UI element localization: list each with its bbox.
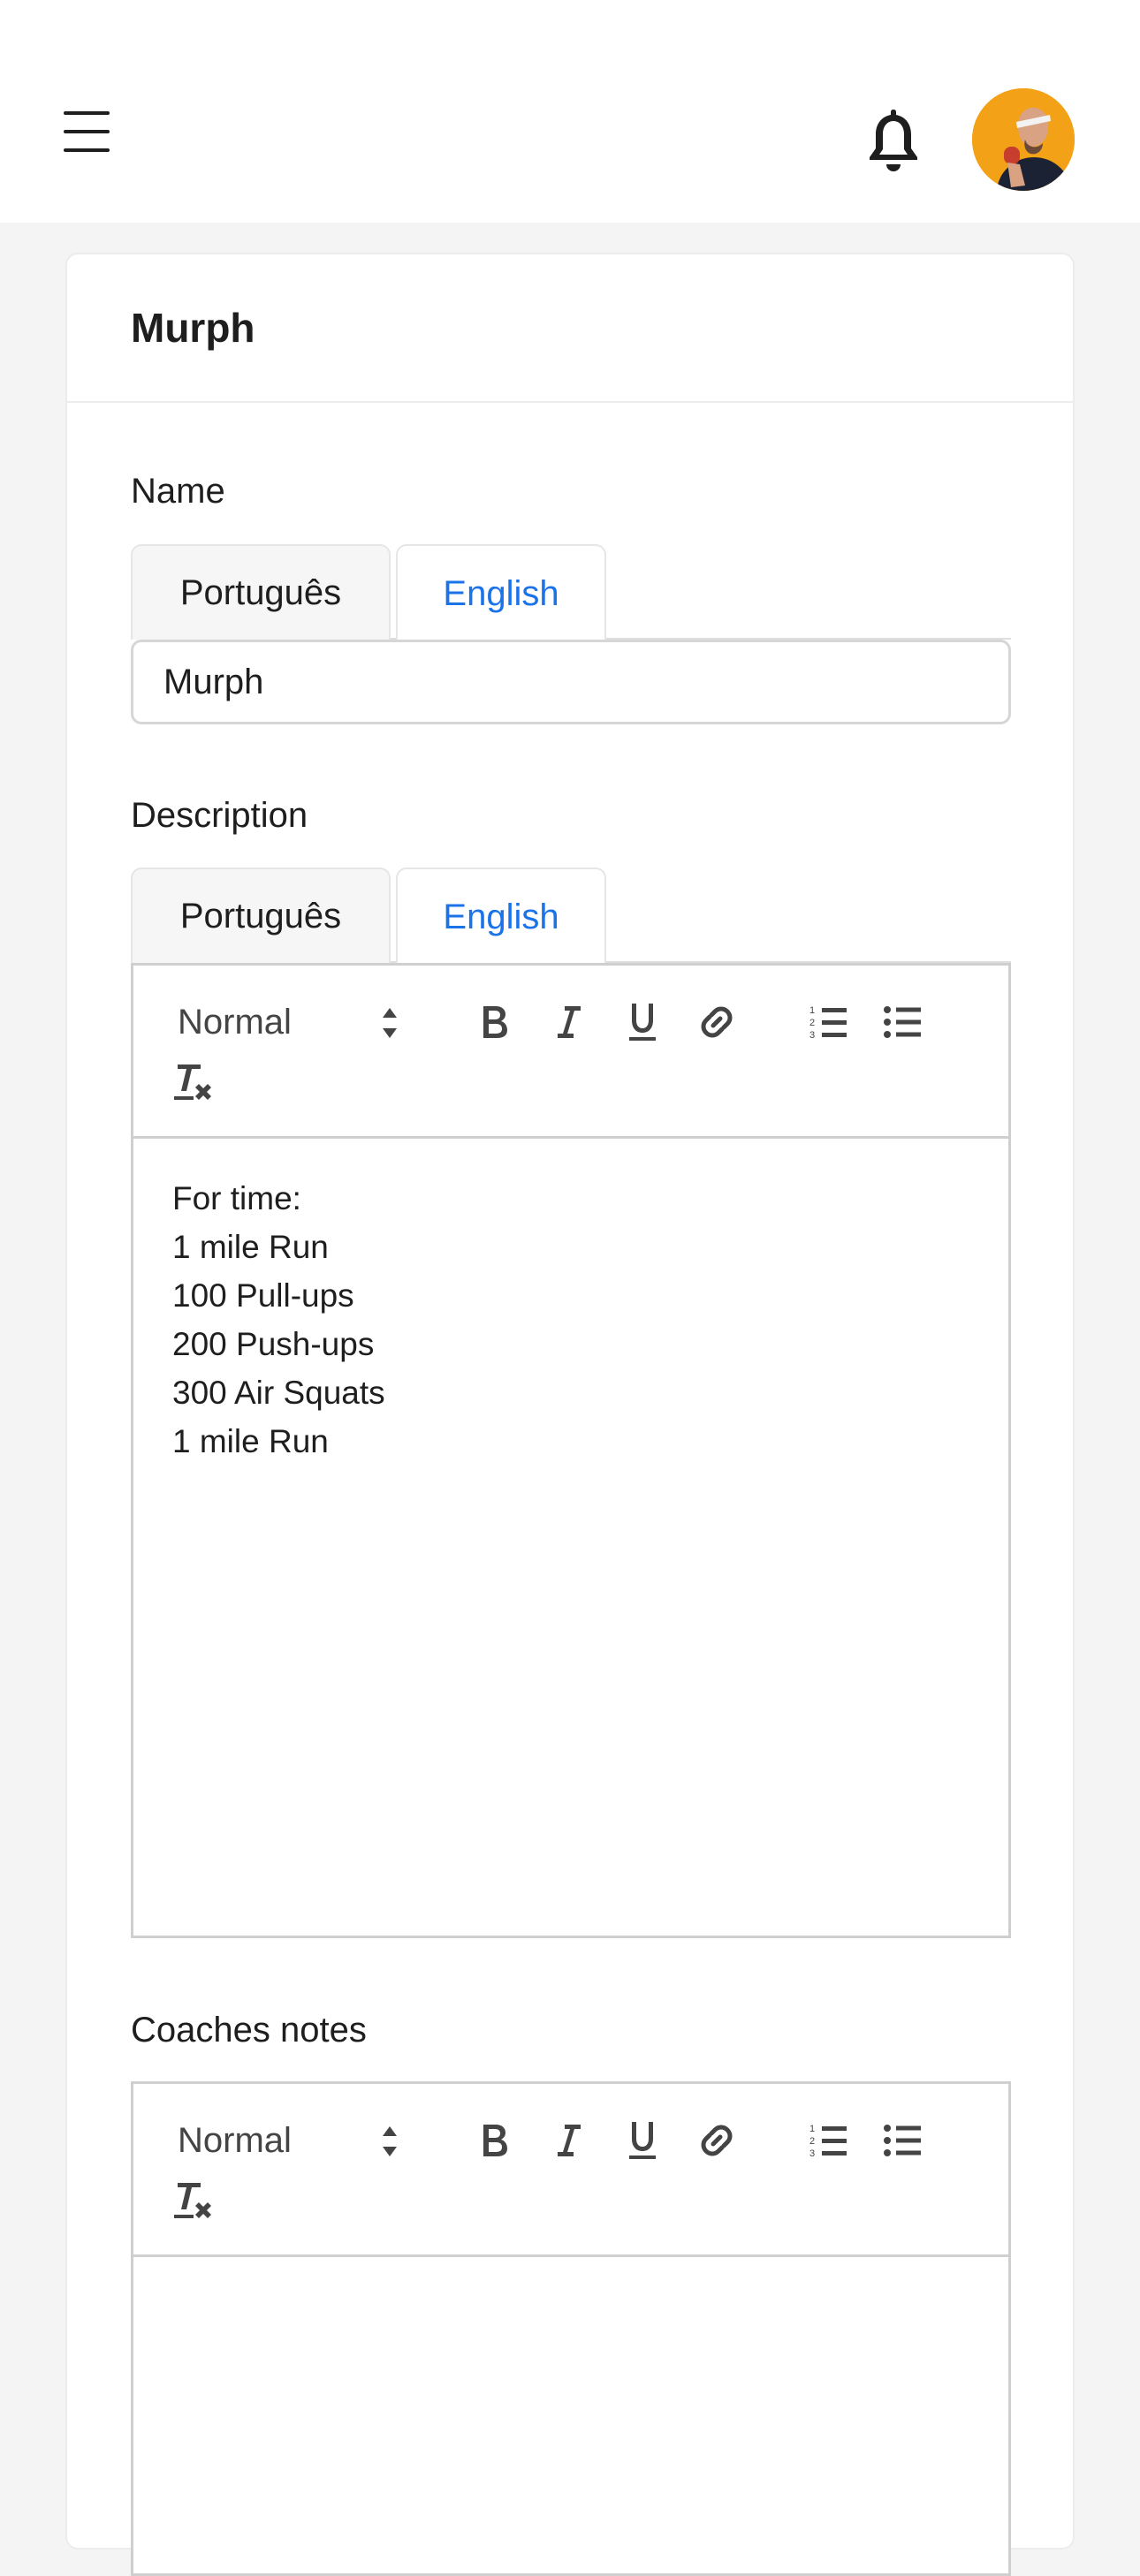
ordered-list-icon[interactable]: 1 23	[802, 2114, 855, 2167]
tab-english[interactable]: English	[396, 868, 606, 965]
name-language-tabs: Português English	[131, 544, 1011, 641]
coaches-notes-editor: Normal 1 23	[131, 2081, 1011, 2576]
description-editor: Normal 1 2 3 For time: 1 mile Run 100 Pull…	[131, 963, 1011, 1938]
top-navbar	[0, 0, 1140, 223]
hamburger-menu-icon[interactable]	[64, 111, 110, 152]
content-line: 1 mile Run	[172, 1229, 329, 1265]
content-line: 1 mile Run	[172, 1423, 329, 1459]
card-header: Murph	[67, 254, 1073, 403]
workout-card: Murph Name Português English Murph Descr…	[65, 253, 1075, 2576]
svg-text:3: 3	[809, 2148, 815, 2159]
format-select-value: Normal	[178, 1002, 292, 1042]
description-language-tabs: Português English	[131, 868, 1011, 965]
ordered-list-icon[interactable]: 1 2 3	[802, 996, 855, 1049]
link-icon[interactable]	[690, 996, 743, 1049]
svg-text:1: 1	[809, 1005, 815, 1016]
tab-english[interactable]: English	[396, 544, 606, 641]
editor-toolbar: Normal 1 23	[133, 2084, 1008, 2257]
bold-icon[interactable]	[467, 996, 521, 1049]
editor-toolbar: Normal 1 2 3	[133, 966, 1008, 1139]
select-arrows-icon	[381, 2125, 399, 2158]
underline-icon[interactable]	[616, 996, 669, 1049]
bell-icon[interactable]	[864, 106, 923, 173]
content-line: For time:	[172, 1180, 301, 1216]
svg-text:2: 2	[809, 1018, 815, 1028]
user-avatar[interactable]	[972, 88, 1075, 191]
select-arrows-icon	[381, 1006, 399, 1040]
svg-text:1: 1	[809, 2124, 815, 2134]
italic-icon[interactable]	[542, 2114, 595, 2167]
bullet-list-icon[interactable]	[876, 996, 929, 1049]
svg-text:2: 2	[809, 2136, 815, 2147]
content-line: 300 Air Squats	[172, 1375, 385, 1411]
format-select-value: Normal	[178, 2120, 292, 2160]
italic-icon[interactable]	[542, 996, 595, 1049]
clear-format-icon[interactable]	[171, 1061, 224, 1114]
bullet-list-icon[interactable]	[876, 2114, 929, 2167]
name-label: Name	[131, 472, 225, 511]
content-line: 100 Pull-ups	[172, 1277, 354, 1314]
underline-icon[interactable]	[616, 2114, 669, 2167]
tab-portugues[interactable]: Português	[131, 544, 391, 640]
bold-icon[interactable]	[467, 2114, 521, 2167]
description-content[interactable]: For time: 1 mile Run 100 Pull-ups 200 Pu…	[133, 1139, 1008, 1501]
description-label: Description	[131, 796, 308, 835]
format-select[interactable]: Normal	[178, 2114, 399, 2167]
coaches-notes-content[interactable]	[133, 2257, 1008, 2328]
page-title: Murph	[131, 305, 255, 351]
format-select[interactable]: Normal	[178, 996, 399, 1049]
link-icon[interactable]	[690, 2114, 743, 2167]
clear-format-icon[interactable]	[171, 2179, 224, 2232]
tab-portugues[interactable]: Português	[131, 868, 391, 963]
name-input[interactable]: Murph	[131, 640, 1011, 724]
coaches-notes-label: Coaches notes	[131, 2011, 367, 2049]
svg-text:3: 3	[809, 1030, 815, 1041]
content-line: 200 Push-ups	[172, 1326, 375, 1362]
